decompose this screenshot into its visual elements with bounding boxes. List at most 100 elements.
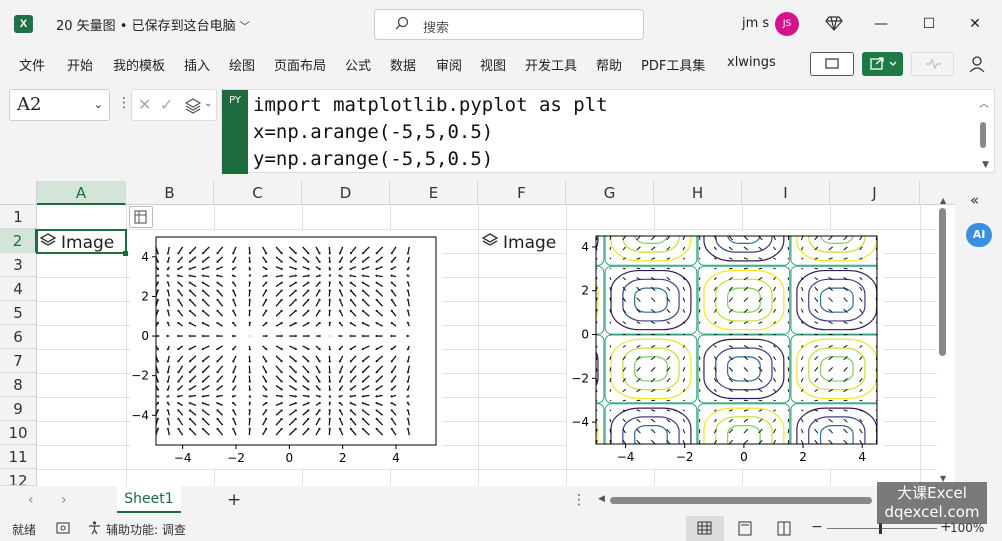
chevron-down-icon[interactable]: ⌄ xyxy=(204,98,212,109)
row-header-4[interactable]: 4 xyxy=(0,277,37,301)
column-header-h[interactable]: H xyxy=(654,181,742,205)
tab-data[interactable]: 数据 xyxy=(390,55,416,74)
prev-sheet-icon[interactable]: ‹ xyxy=(28,492,34,508)
share-button[interactable] xyxy=(862,52,903,76)
confirm-icon[interactable]: ✓ xyxy=(160,95,173,114)
add-sheet-button[interactable]: + xyxy=(227,490,241,510)
layers-icon[interactable] xyxy=(184,97,202,115)
row-header-8[interactable]: 8 xyxy=(0,373,37,397)
contour-chart[interactable]: −4 −2 0 2 4 4 2 0 −2 −4 xyxy=(567,231,883,467)
tab-developer[interactable]: 开发工具 xyxy=(525,55,577,74)
quiver-arrow xyxy=(376,410,384,416)
avatar[interactable]: JS xyxy=(775,12,799,36)
horizontal-scroll-thumb[interactable] xyxy=(610,497,872,504)
document-title[interactable]: 20 矢量图 • 已保存到这台电脑 ﹀ xyxy=(56,15,250,34)
vertical-scroll-thumb[interactable] xyxy=(939,208,946,356)
cancel-icon[interactable]: ✕ xyxy=(138,95,151,114)
quiver-arrow xyxy=(289,266,296,270)
quiver-arrow xyxy=(407,256,410,262)
accessibility-status[interactable]: 辅助功能: 调查 xyxy=(106,521,186,538)
quiver-arrow xyxy=(315,345,320,350)
vertical-scrollbar[interactable]: ▲ ▼ xyxy=(936,196,950,486)
row-header-2[interactable]: 2 xyxy=(0,229,37,253)
column-header-a[interactable]: A xyxy=(37,181,126,205)
tab-draw[interactable]: 绘图 xyxy=(229,55,255,74)
quiver-arrow xyxy=(350,410,357,416)
quiver-arrow xyxy=(801,399,804,402)
user-name[interactable]: jm s xyxy=(742,16,769,31)
scroll-up-icon[interactable]: ▲ xyxy=(940,196,946,205)
tab-templates[interactable]: 我的模板 xyxy=(113,55,165,74)
tab-file[interactable]: 文件 xyxy=(19,55,45,74)
comments-button[interactable] xyxy=(810,52,854,76)
accessibility-icon[interactable] xyxy=(87,520,102,535)
diamond-icon[interactable] xyxy=(825,14,843,32)
tab-home[interactable]: 开始 xyxy=(67,55,93,74)
zoom-slider-thumb[interactable] xyxy=(879,523,882,534)
select-all-button[interactable] xyxy=(0,181,37,205)
close-button[interactable]: ✕ xyxy=(963,12,987,36)
normal-view-button[interactable] xyxy=(686,516,724,541)
quiver-arrow xyxy=(339,310,344,317)
row-header-3[interactable]: 3 xyxy=(0,253,37,277)
tab-xlwings[interactable]: xlwings xyxy=(727,55,776,70)
macro-icon[interactable] xyxy=(56,521,70,535)
column-header-g[interactable]: G xyxy=(566,181,654,205)
row-header-1[interactable]: 1 xyxy=(0,205,37,229)
tab-help[interactable]: 帮助 xyxy=(596,55,622,74)
formula-editor[interactable]: PY import matplotlib.pyplot as plt x=np.… xyxy=(221,89,995,174)
page-break-icon[interactable] xyxy=(776,521,792,536)
tab-review[interactable]: 审阅 xyxy=(436,55,462,74)
quiver-arrow xyxy=(275,355,282,362)
column-header-f[interactable]: F xyxy=(478,181,566,205)
row-header-11[interactable]: 11 xyxy=(0,445,37,469)
maximize-button[interactable]: ☐ xyxy=(917,12,941,36)
quiver-arrow xyxy=(178,394,183,397)
row-header-10[interactable]: 10 xyxy=(0,421,37,445)
quiver-arrow xyxy=(376,246,384,254)
quiver-arrow xyxy=(407,394,410,397)
scroll-down-icon[interactable]: ▼ xyxy=(982,160,989,170)
name-box[interactable]: A2 ⌄ xyxy=(9,89,110,121)
contour-line xyxy=(715,278,773,322)
copilot-button[interactable] xyxy=(911,52,954,76)
tab-pdf[interactable]: PDF工具集 xyxy=(641,55,705,74)
tab-formulas[interactable]: 公式 xyxy=(345,55,371,74)
fill-handle[interactable] xyxy=(123,251,128,256)
row-header-5[interactable]: 5 xyxy=(0,301,37,325)
contour-line xyxy=(622,278,680,322)
sheet-tab-sheet1[interactable]: Sheet1 xyxy=(117,486,181,513)
quiver-arrowhead xyxy=(281,394,284,398)
tab-split-icon[interactable]: ⋮ xyxy=(572,492,586,508)
coauthor-icon[interactable] xyxy=(968,54,988,74)
column-header-i[interactable]: I xyxy=(742,181,830,205)
formula-scrollbar[interactable] xyxy=(980,122,986,148)
python-output-icon[interactable] xyxy=(129,206,153,228)
tab-view[interactable]: 视图 xyxy=(480,55,506,74)
row-header-7[interactable]: 7 xyxy=(0,349,37,373)
quiver-chart[interactable]: −4 −2 0 2 4 4 2 0 −2 −4 xyxy=(130,231,442,467)
page-layout-icon[interactable] xyxy=(737,521,753,536)
zoom-slider[interactable] xyxy=(827,528,937,529)
row-header-12[interactable]: 12 xyxy=(0,469,37,486)
tab-insert[interactable]: 插入 xyxy=(184,55,210,74)
column-header-e[interactable]: E xyxy=(390,181,478,205)
column-header-b[interactable]: B xyxy=(126,181,214,205)
zoom-out-button[interactable]: − xyxy=(811,519,823,535)
quiver-arrow xyxy=(650,439,656,444)
collapse-panel-icon[interactable]: « xyxy=(970,191,979,209)
tab-page-layout[interactable]: 页面布局 xyxy=(274,55,326,74)
minimize-button[interactable]: — xyxy=(869,12,893,36)
column-header-d[interactable]: D xyxy=(302,181,390,205)
quiver-arrow xyxy=(315,365,320,373)
row-header-9[interactable]: 9 xyxy=(0,397,37,421)
column-header-c[interactable]: C xyxy=(214,181,302,205)
next-sheet-icon[interactable]: › xyxy=(61,492,67,508)
more-options-icon[interactable]: ⋮ xyxy=(117,95,131,111)
row-header-6[interactable]: 6 xyxy=(0,325,37,349)
column-header-j[interactable]: J xyxy=(830,181,920,205)
scroll-left-icon[interactable]: ◀ xyxy=(598,494,605,504)
collapse-formula-icon[interactable]: ︿ xyxy=(979,95,989,110)
ai-assistant-icon[interactable]: AI xyxy=(966,223,992,247)
search-input[interactable]: 搜索 xyxy=(374,9,644,40)
